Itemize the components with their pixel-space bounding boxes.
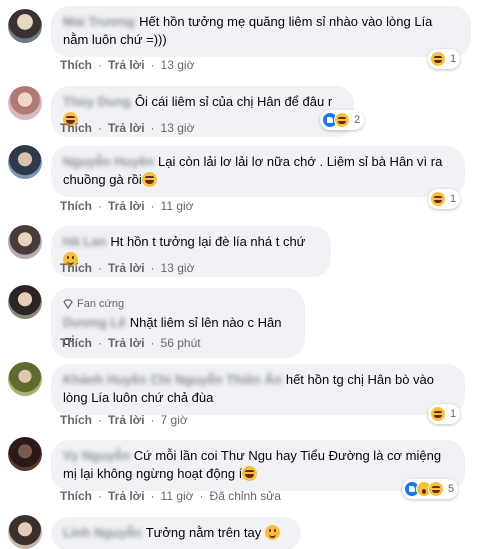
haha-icon — [428, 481, 444, 497]
comment-actions: Thích · Trả lời · 13 giờ — [60, 261, 195, 275]
haha-icon — [334, 112, 350, 128]
comment-actions: Thích · Trả lời · 11 giờ — [60, 199, 194, 213]
commenter-name[interactable]: Nguyễn Huyền — [63, 153, 154, 171]
avatar[interactable] — [8, 362, 42, 396]
reaction-count: 1 — [450, 193, 457, 205]
commenter-name[interactable]: Dương Lê — [63, 314, 126, 332]
commenter-name[interactable]: Linh Nguyễn — [63, 524, 142, 542]
haha-icon — [430, 406, 446, 422]
comment-bubble: Khánh Huyền Chi Nguyễn Thiên Ân hết hồn t… — [51, 364, 465, 415]
avatar[interactable] — [8, 145, 42, 179]
avatar[interactable] — [8, 515, 42, 549]
reply-link[interactable]: Trả lời — [108, 58, 145, 72]
reply-link[interactable]: Trả lời — [108, 489, 145, 503]
reply-link[interactable]: Trả lời — [108, 336, 145, 350]
comment-text: Tưởng nằm trên tay — [145, 525, 262, 540]
reply-link[interactable]: Trả lời — [108, 199, 145, 213]
reaction-count: 1 — [450, 408, 457, 420]
reaction-summary[interactable]: 1 — [428, 189, 461, 209]
comment-time[interactable]: 11 giờ — [161, 489, 194, 503]
comment-time[interactable]: 13 giờ — [161, 261, 195, 275]
comment-time[interactable]: 7 giờ — [161, 413, 188, 427]
comment-time[interactable]: 13 giờ — [161, 121, 195, 135]
reaction-count: 1 — [450, 53, 457, 65]
reaction-summary[interactable]: 2 — [320, 110, 365, 130]
comment-time[interactable]: 56 phút — [161, 336, 201, 350]
edited-label[interactable]: Đã chỉnh sửa — [210, 489, 281, 503]
comment-actions: Thích · Trả lời · 56 phút — [60, 336, 201, 350]
like-link[interactable]: Thích — [60, 121, 92, 135]
reaction-count: 2 — [354, 114, 361, 126]
like-link[interactable]: Thích — [60, 413, 92, 427]
reaction-summary[interactable]: 1 — [428, 404, 461, 424]
reply-link[interactable]: Trả lời — [108, 261, 145, 275]
haha-icon — [430, 51, 446, 67]
like-link[interactable]: Thích — [60, 489, 92, 503]
reaction-summary[interactable]: 5 — [402, 479, 459, 499]
commenter-name[interactable]: Mai Trương — [63, 13, 135, 31]
comment-actions: Thích · Trả lời · 11 giờ · Đã chỉnh sửa — [60, 489, 281, 503]
comment-bubble: Mai Trương Hết hồn tưởng mẹ quăng liêm sỉ… — [51, 6, 471, 57]
comment-text: Ht hồn t tưởng lại đè lía nhá t chứ — [110, 234, 306, 249]
avatar[interactable] — [8, 86, 42, 120]
comment-actions: Thích · Trả lời · 13 giờ — [60, 58, 195, 72]
comment-time[interactable]: 13 giờ — [161, 58, 195, 72]
like-link[interactable]: Thích — [60, 336, 92, 350]
comment-bubble: Nguyễn Huyền Lại còn lải lơ lải lơ nữa ch… — [51, 146, 465, 197]
comment-time[interactable]: 11 giờ — [161, 199, 194, 213]
comment-actions: Thích · Trả lời · 13 giờ — [60, 121, 195, 135]
commenter-name[interactable]: Hà Lan — [63, 233, 106, 251]
haha-icon — [430, 191, 446, 207]
comment-bubble: Linh Nguyễn Tưởng nằm trên tay — [51, 517, 301, 549]
reply-link[interactable]: Trả lời — [108, 121, 145, 135]
fan-badge[interactable]: Fan cứng — [63, 295, 293, 313]
avatar[interactable] — [8, 437, 42, 471]
like-link[interactable]: Thích — [60, 199, 92, 213]
like-link[interactable]: Thích — [60, 58, 92, 72]
avatar[interactable] — [8, 225, 42, 259]
comment-text: Ôi cái liêm sỉ của chị Hân để đâu r — [134, 94, 333, 109]
reaction-count: 5 — [448, 483, 455, 495]
diamond-icon — [63, 299, 73, 309]
fan-badge-label: Fan cứng — [77, 298, 125, 310]
laughing-emoji-icon — [242, 466, 258, 481]
avatar[interactable] — [8, 9, 42, 43]
reaction-summary[interactable]: 1 — [428, 49, 461, 69]
laughing-emoji-icon — [141, 172, 157, 187]
avatar[interactable] — [8, 285, 42, 319]
reply-link[interactable]: Trả lời — [108, 413, 145, 427]
smiling-emoji-icon — [264, 525, 280, 540]
comment-actions: Thích · Trả lời · 7 giờ — [60, 413, 188, 427]
commenter-name[interactable]: Khánh Huyền Chi Nguyễn Thiên Ân — [63, 371, 282, 389]
commenter-name[interactable]: Thùy Dung — [63, 93, 131, 111]
commenter-name[interactable]: Vy Nguyễn — [63, 447, 130, 465]
like-link[interactable]: Thích — [60, 261, 92, 275]
